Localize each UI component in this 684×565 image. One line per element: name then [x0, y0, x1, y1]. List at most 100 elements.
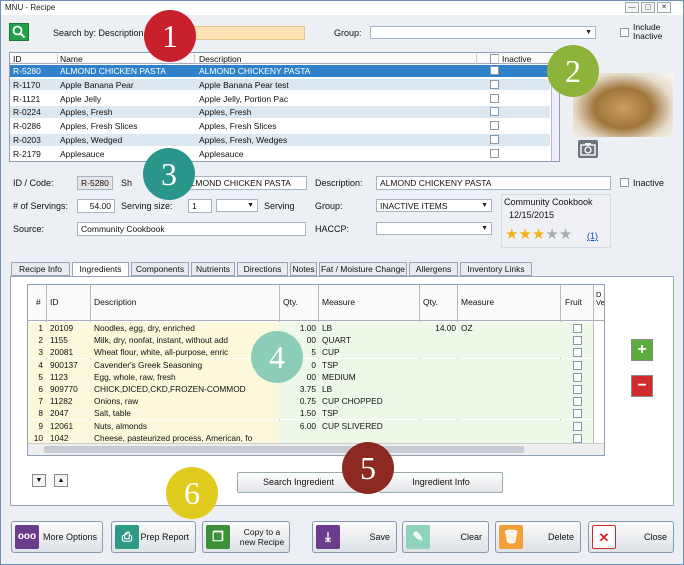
ingredient-row[interactable]: 2 1155 Milk, dry, nonfat, instant, without… — [28, 334, 593, 347]
tab-fat-moisture-change[interactable]: Fat / Moisture Change — [319, 262, 407, 276]
short-name-field[interactable]: ALMOND CHICKEN PASTA — [181, 176, 307, 190]
star-rating[interactable]: ★★★★★ — [505, 227, 572, 243]
star-icon[interactable]: ★ — [518, 226, 531, 243]
tab-components[interactable]: Components — [131, 262, 189, 276]
table-row[interactable]: R-0224 Apples, Fresh Apples, Fresh — [10, 106, 550, 118]
table-row[interactable]: R-0203 Apples, Wedged Apples, Fresh, Wedge… — [10, 134, 550, 146]
row-fruit-checkbox[interactable] — [573, 348, 582, 358]
search-button[interactable] — [9, 23, 29, 41]
close-button[interactable]: ✕ Close — [588, 521, 674, 553]
star-icon[interactable]: ★ — [505, 226, 518, 243]
tab-nutrients[interactable]: Nutrients — [191, 262, 235, 276]
row-measure[interactable]: CUP CHOPPED — [322, 396, 383, 406]
row-fruit-checkbox[interactable] — [573, 409, 582, 419]
save-button[interactable]: ⤓ Save — [312, 521, 397, 553]
ingredient-row[interactable]: 5 1123 Egg, whole, raw, fresh 00 MEDIUM — [28, 370, 593, 383]
row-qty[interactable]: 1.50 — [300, 408, 316, 418]
row-qty[interactable]: 6.00 — [300, 421, 316, 431]
row-fruit-checkbox[interactable] — [573, 324, 582, 333]
search-ingredient-button[interactable]: Search Ingredient — [237, 472, 360, 493]
clear-button[interactable]: ✎ Clear — [402, 521, 489, 553]
hscroll-thumb[interactable] — [44, 446, 524, 453]
row-qty[interactable]: 5 — [311, 347, 316, 357]
tab-directions[interactable]: Directions — [237, 262, 288, 276]
row-measure[interactable]: MEDIUM — [322, 372, 356, 382]
row-qty[interactable]: 00 — [307, 372, 316, 382]
maximize-button[interactable]: ▢ — [641, 2, 655, 13]
row-measure[interactable]: CUP SLIVERED — [322, 421, 383, 431]
row-inactive-checkbox[interactable] — [490, 107, 499, 117]
minimize-button[interactable]: — — [625, 2, 639, 13]
haccp-select[interactable]: ▼ — [376, 222, 492, 235]
group-filter-select[interactable]: ▼ — [370, 26, 596, 39]
ingredient-row[interactable]: 3 20081 Wheat flour, white, all-purpose, e… — [28, 346, 593, 359]
tab-allergens[interactable]: Allergens — [409, 262, 458, 276]
ingredient-row[interactable]: 9 12061 Nuts, almonds 6.00 CUP SLIVERED — [28, 419, 593, 432]
ingredient-row[interactable]: 6 909770 CHICK,DICED,CKD,FROZEN-COMMOD 3.75… — [28, 383, 593, 395]
row-measure[interactable]: TSP — [322, 408, 338, 418]
row-fruit-checkbox[interactable] — [573, 433, 582, 443]
grid-hscrollbar[interactable] — [28, 443, 604, 455]
row-fruit-checkbox[interactable] — [573, 397, 582, 407]
row-fruit-checkbox[interactable] — [573, 360, 582, 370]
inactive-header-checkbox[interactable] — [490, 54, 499, 64]
row-qty[interactable]: 1.00 — [300, 323, 316, 333]
include-inactive-checkbox[interactable] — [620, 28, 629, 37]
ingredient-info-button[interactable]: Ingredient Info — [379, 472, 503, 493]
row-measure2[interactable]: OZ — [461, 323, 473, 333]
row-measure[interactable]: LB — [322, 323, 332, 333]
move-down-button[interactable]: ▼ — [32, 474, 46, 487]
table-row[interactable]: R-2179 Applesauce Applesauce — [10, 148, 550, 160]
prep-report-button[interactable]: ⎙ Prep Report — [111, 521, 196, 553]
row-fruit-checkbox[interactable] — [573, 385, 582, 394]
ingredient-row[interactable]: 8 2047 Salt, table 1.50 TSP — [28, 407, 593, 420]
row-inactive-checkbox[interactable] — [490, 66, 499, 75]
row-fruit-checkbox[interactable] — [573, 372, 582, 382]
remove-ingredient-button[interactable]: − — [631, 375, 653, 397]
row-qty[interactable]: 0 — [311, 360, 316, 370]
row-inactive-checkbox[interactable] — [490, 135, 499, 144]
camera-button[interactable] — [578, 140, 598, 158]
tab-inventory-links[interactable]: Inventory Links — [460, 262, 532, 276]
delete-button[interactable]: 🗑 Delete — [495, 521, 581, 553]
tab-notes[interactable]: Notes — [290, 262, 317, 276]
source-field[interactable]: Community Cookbook — [77, 222, 306, 236]
col-header-description[interactable]: Description — [199, 54, 477, 64]
row-inactive-checkbox[interactable] — [490, 93, 499, 103]
star-icon[interactable]: ★ — [532, 226, 545, 243]
ingredient-row[interactable]: 7 11282 Onions, raw 0.75 CUP CHOPPED — [28, 395, 593, 408]
serving-unit-select[interactable]: ▼ — [216, 199, 258, 212]
more-options-button[interactable]: ooo More Options — [11, 521, 103, 553]
close-window-button[interactable]: ✕ — [657, 2, 671, 13]
add-ingredient-button[interactable]: + — [631, 339, 653, 361]
row-measure[interactable]: CUP — [322, 347, 340, 357]
serving-size-field[interactable]: 1 — [188, 199, 212, 213]
tab-ingredients[interactable]: Ingredients — [72, 262, 129, 277]
row-inactive-checkbox[interactable] — [490, 121, 499, 131]
servings-field[interactable]: 54.00 — [77, 199, 115, 213]
table-row[interactable]: R-0286 Apples, Fresh Slices Apples, Fresh … — [10, 120, 550, 132]
row-measure[interactable]: LB — [322, 384, 332, 394]
row-qty2[interactable]: 14.00 — [435, 323, 456, 333]
description-field[interactable]: ALMOND CHICKENY PASTA — [376, 176, 611, 190]
table-row[interactable]: R-1121 Apple Jelly Apple Jelly, Portion Pa… — [10, 93, 550, 105]
table-row[interactable]: R-1170 Apple Banana Pear Apple Banana Pear… — [10, 78, 550, 91]
row-inactive-checkbox[interactable] — [490, 79, 499, 89]
col-header-id[interactable]: ID — [13, 54, 58, 64]
row-measure[interactable]: TSP — [322, 360, 338, 370]
star-icon[interactable]: ★ — [559, 226, 572, 243]
row-qty[interactable]: 00 — [307, 335, 316, 345]
copy-recipe-button[interactable]: ❐ Copy to a new Recipe — [202, 521, 290, 553]
group-select[interactable]: INACTIVE ITEMS ▼ — [376, 199, 492, 212]
row-measure[interactable]: QUART — [322, 335, 351, 345]
col-header-inactive[interactable]: Inactive — [490, 54, 555, 64]
row-qty[interactable]: 0.75 — [300, 396, 316, 406]
rating-count-link[interactable]: (1) — [587, 231, 598, 241]
move-up-button[interactable]: ▲ — [54, 474, 68, 487]
ingredient-row[interactable]: 4 900137 Cavender's Greek Seasoning 0 TSP — [28, 358, 593, 371]
row-qty[interactable]: 3.75 — [300, 384, 316, 394]
tab-recipe-info[interactable]: Recipe Info — [11, 262, 70, 276]
ingredient-row[interactable]: 1 20109 Noodles, egg, dry, enriched 1.00 LB 1… — [28, 322, 593, 334]
table-row[interactable]: R-5280 ALMOND CHICKEN PASTA ALMOND CHICKEN… — [10, 65, 550, 77]
row-fruit-checkbox[interactable] — [573, 421, 582, 431]
